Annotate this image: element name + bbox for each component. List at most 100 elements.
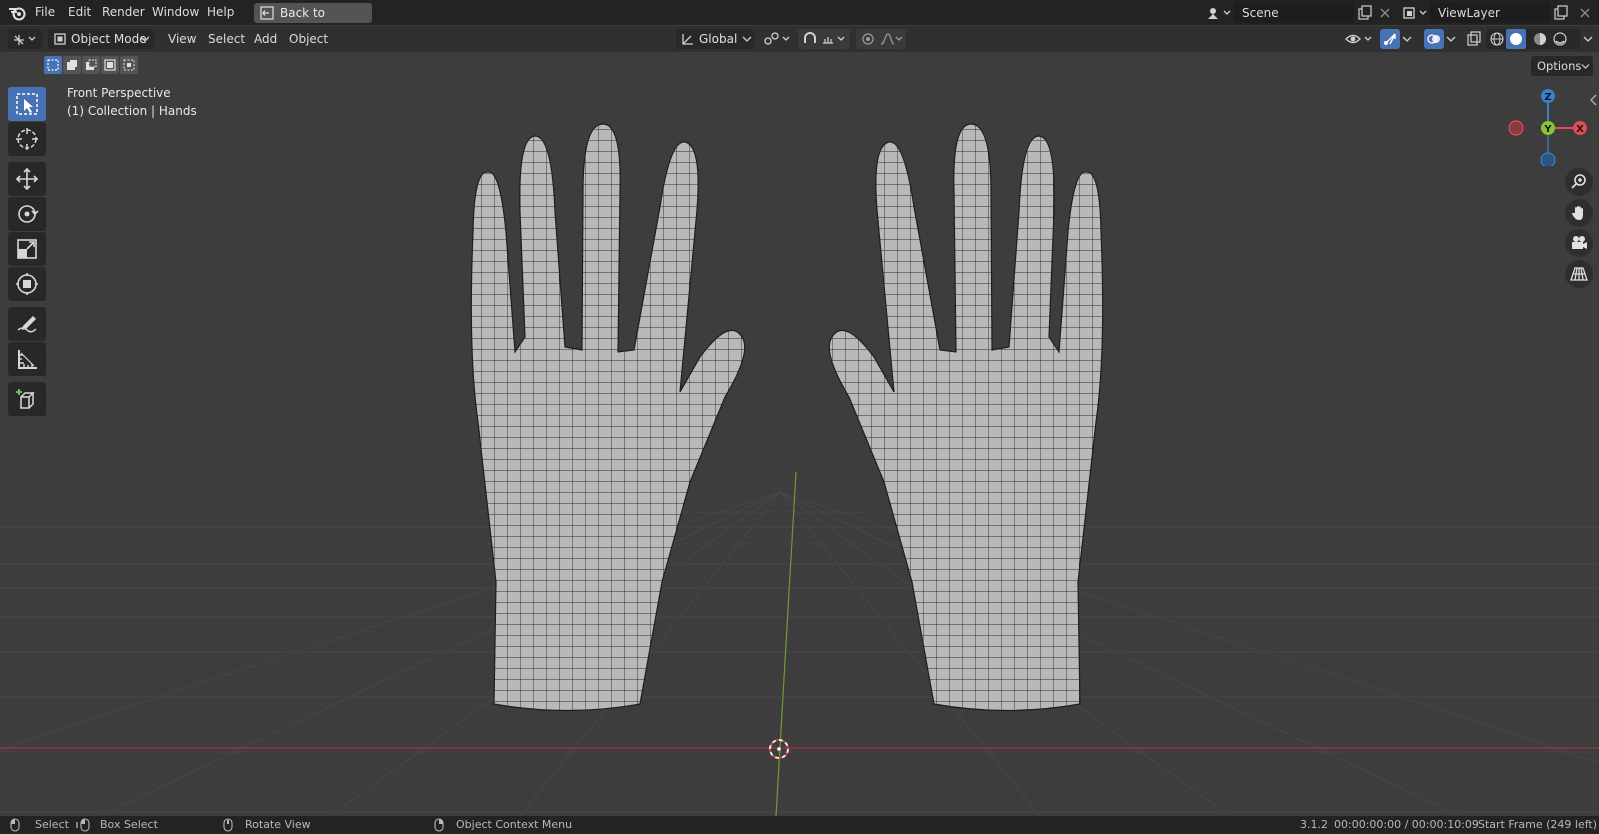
chevron-down-icon[interactable] — [1402, 35, 1412, 43]
hand-pan-icon — [1572, 206, 1583, 220]
scene-name-field[interactable]: Scene — [1234, 3, 1354, 23]
select-new-button[interactable] — [44, 56, 62, 74]
select-extend-button[interactable] — [63, 56, 81, 74]
tool-cursor[interactable] — [8, 122, 46, 156]
y-axis-line — [775, 471, 797, 816]
tool-rotate[interactable] — [8, 197, 46, 231]
right-hand-mesh[interactable] — [828, 123, 1104, 712]
zoom-view-button[interactable] — [1565, 168, 1593, 196]
rendered-shading-icon[interactable] — [1553, 32, 1567, 46]
snap-increment-icon[interactable] — [822, 32, 848, 46]
back-icon — [260, 6, 274, 20]
menu-object[interactable]: Object — [289, 26, 328, 52]
camera-view-button[interactable] — [1565, 229, 1593, 257]
tool-scale[interactable] — [8, 232, 46, 266]
snap-magnet-icon[interactable] — [802, 32, 818, 46]
menu-help[interactable]: Help — [207, 0, 234, 25]
mouse-left-icon — [10, 818, 20, 832]
select-box-icon — [16, 93, 38, 115]
tool-move[interactable] — [8, 162, 46, 196]
collection-info-text: (1) Collection | Hands — [67, 104, 197, 118]
options-label: Options — [1537, 59, 1582, 73]
blender-logo-icon[interactable] — [8, 3, 28, 23]
view-layer-field[interactable]: ViewLayer — [1430, 3, 1550, 23]
menu-file[interactable]: File — [35, 0, 55, 25]
rotate-icon — [18, 205, 39, 223]
axis-editor-icon — [14, 35, 36, 45]
remove-scene-icon[interactable] — [1378, 6, 1392, 20]
wireframe-shading-icon[interactable] — [1490, 32, 1504, 46]
falloff-curve-icon[interactable] — [880, 32, 904, 46]
gizmo-negative-z[interactable] — [1540, 152, 1556, 166]
options-dropdown[interactable]: Options — [1531, 56, 1593, 76]
new-scene-icon[interactable] — [1357, 5, 1373, 21]
perspective-toggle-button[interactable] — [1565, 260, 1593, 288]
transform-icon — [16, 273, 38, 295]
tool-transform[interactable] — [8, 267, 46, 301]
visibility-eye-icon[interactable] — [1345, 31, 1375, 47]
menu-edit[interactable]: Edit — [68, 0, 91, 25]
view-layer-label: ViewLayer — [1438, 6, 1500, 20]
viewport-canvas[interactable] — [0, 52, 1599, 816]
material-preview-icon[interactable] — [1533, 32, 1547, 46]
overlays-toggle-button[interactable] — [1424, 29, 1444, 49]
remove-view-layer-icon[interactable] — [1578, 6, 1592, 20]
tool-annotate[interactable] — [8, 307, 46, 341]
view-layer-browse-icon[interactable] — [1402, 5, 1430, 21]
xray-toggle-icon[interactable] — [1466, 31, 1482, 47]
floor-grid — [0, 491, 1599, 816]
chevron-down-icon — [742, 36, 752, 42]
menu-window[interactable]: Window — [152, 0, 199, 25]
mouse-middle-icon — [223, 818, 233, 832]
menu-select[interactable]: Select — [208, 26, 245, 52]
gizmo-toggle-button[interactable] — [1380, 29, 1400, 49]
select-intersect-button[interactable] — [120, 56, 138, 74]
sidebar-toggle-icon[interactable] — [1590, 94, 1598, 106]
editor-type-dropdown[interactable] — [8, 29, 42, 49]
select-subtract-button[interactable] — [82, 56, 100, 74]
status-time: 00:00:00:00 / 00:00:10:09 — [1334, 818, 1479, 831]
mouse-drag-icon — [76, 818, 90, 832]
scene-browse-icon[interactable] — [1206, 5, 1234, 21]
status-bar: Select Box Select Rotate View Object Con… — [0, 816, 1599, 834]
back-to-previous-button[interactable]: Back to Previous — [254, 3, 372, 40]
overlays-icon — [1427, 34, 1440, 44]
status-context-menu: Object Context Menu — [456, 818, 573, 831]
object-mode-dropdown[interactable]: Object Mode — [48, 29, 154, 49]
solid-shading-icon — [1510, 33, 1522, 45]
gizmo-y-label: Y — [1543, 124, 1552, 135]
selection-mode-group — [44, 56, 140, 76]
gizmo-negative-x[interactable] — [1508, 120, 1524, 136]
tool-add-cube[interactable] — [8, 382, 46, 416]
solid-shading-button[interactable] — [1506, 29, 1526, 49]
transform-orientation-dropdown[interactable]: Global — [676, 29, 754, 49]
select-intersect-icon — [123, 59, 135, 71]
menu-render[interactable]: Render — [102, 0, 145, 25]
tool-measure[interactable] — [8, 342, 46, 376]
menu-add[interactable]: Add — [254, 26, 277, 52]
select-extend-icon — [67, 60, 77, 70]
pan-view-button[interactable] — [1565, 199, 1593, 227]
mouse-right-icon — [434, 818, 444, 832]
tool-select-box[interactable] — [8, 87, 46, 121]
status-select: Select — [35, 818, 69, 831]
proportional-editing-icon[interactable] — [860, 32, 876, 46]
chevron-down-icon[interactable] — [1446, 35, 1456, 43]
select-invert-button[interactable] — [101, 56, 119, 74]
camera-icon — [1572, 236, 1587, 249]
select-invert-icon — [104, 59, 116, 71]
move-icon — [15, 167, 39, 191]
left-hand-mesh[interactable] — [470, 123, 746, 712]
gizmo-x-label: X — [1576, 124, 1584, 135]
gizmo-icon — [1384, 33, 1396, 45]
new-view-layer-icon[interactable] — [1553, 5, 1569, 21]
add-cube-icon — [16, 389, 35, 409]
navigation-gizmo[interactable]: Z Y X — [1508, 86, 1588, 166]
menu-view[interactable]: View — [168, 26, 196, 52]
pivot-point-icon[interactable] — [762, 31, 794, 47]
chevron-down-icon[interactable] — [1583, 35, 1593, 43]
status-rotate-view: Rotate View — [245, 818, 311, 831]
gizmo-z-label: Z — [1544, 92, 1551, 103]
annotate-pencil-icon — [17, 316, 37, 333]
cursor-tool-icon — [16, 128, 38, 150]
